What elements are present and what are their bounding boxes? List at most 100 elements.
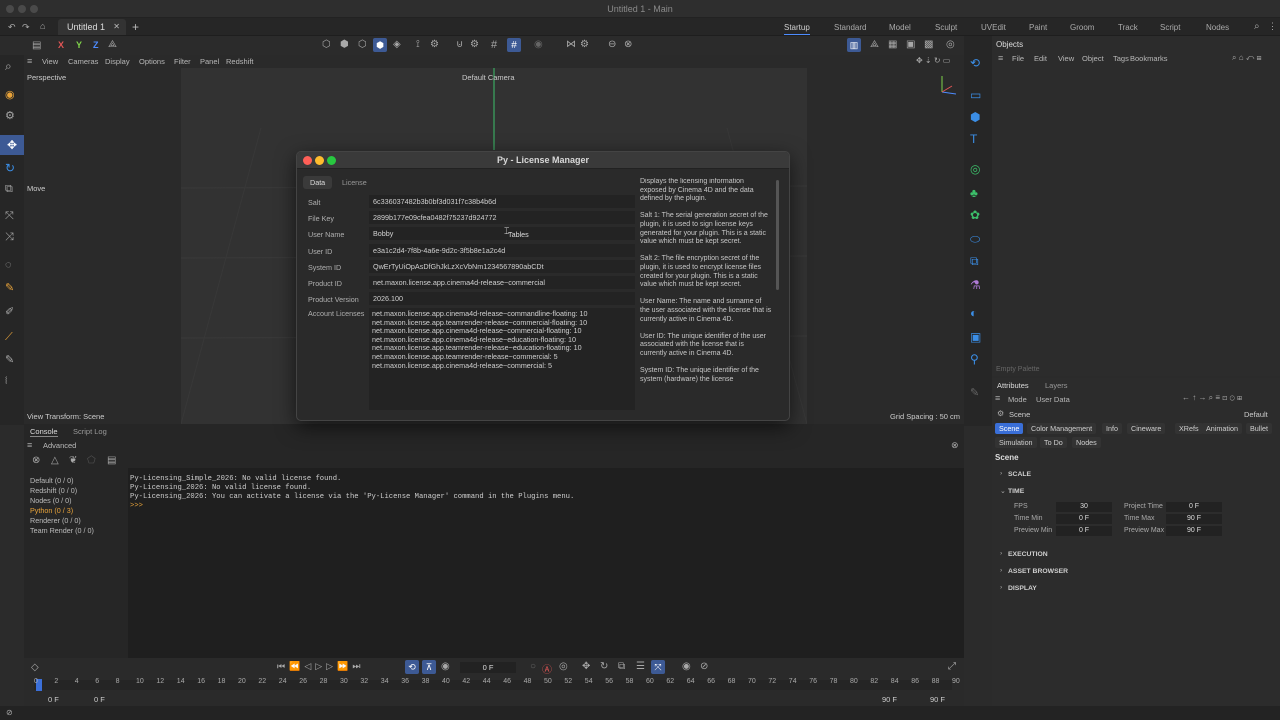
layout-icon[interactable]: ▥ <box>847 38 861 52</box>
start-frame-b[interactable]: 0 F <box>94 695 105 704</box>
save-log-icon[interactable]: ▤ <box>107 455 116 466</box>
end-frame-a[interactable]: 90 F <box>882 695 897 704</box>
hamburger-icon[interactable]: ≡ <box>995 393 1000 403</box>
hamburger-icon[interactable]: ≡ <box>27 56 32 66</box>
spline-tool-icon[interactable]: ⟲ <box>970 56 980 70</box>
help-scrollbar[interactable] <box>776 180 779 290</box>
fps-field[interactable]: 30 <box>1056 502 1112 512</box>
attr-tab-to-do[interactable]: To Do <box>1040 437 1067 448</box>
attr-tab-color-management[interactable]: Color Management <box>1027 423 1097 434</box>
preset-dropdown[interactable]: Default <box>1244 410 1268 419</box>
loop-icon[interactable]: ⟲ <box>405 660 419 674</box>
render-settings-icon[interactable]: ▩ <box>924 39 933 50</box>
bug-icon[interactable]: ❦ <box>69 455 77 466</box>
prev-key-icon[interactable]: ⏪ <box>289 661 304 671</box>
texture-mode-icon[interactable]: ⬢ <box>340 39 349 50</box>
source-python[interactable]: Python (0 / 3) <box>30 506 94 516</box>
rotation-key-icon[interactable]: ↻ <box>600 661 608 672</box>
tab-console[interactable]: Console <box>30 427 58 437</box>
axis-z-toggle[interactable]: Z <box>93 40 99 50</box>
console-prompt[interactable]: >>> <box>130 502 962 511</box>
next-key-icon[interactable]: ⏩ <box>337 661 352 671</box>
chevron-right-icon[interactable]: › <box>1000 550 1002 557</box>
rectangle-icon[interactable]: ▭ <box>970 88 981 102</box>
transfer-tool-icon[interactable]: ⤧ <box>5 210 14 223</box>
layout-tab-startup[interactable]: Startup <box>784 23 810 35</box>
tab-license[interactable]: License <box>342 178 367 187</box>
pla-key-icon[interactable]: ⤧ <box>651 660 665 674</box>
timeline-settings-icon[interactable]: ⊘ <box>700 661 708 672</box>
objects-search-icon[interactable]: ⌕ ⌂ ↶ ⊞ <box>1232 53 1262 63</box>
layout-tab-standard[interactable]: Standard <box>834 23 866 32</box>
motion-record-icon[interactable]: ◉ <box>682 661 691 672</box>
move-tool-icon[interactable]: ✥ <box>0 135 24 155</box>
objects-menu-edit[interactable]: Edit <box>1034 54 1047 63</box>
scale-key-icon[interactable]: ⧉ <box>618 661 625 672</box>
knife-icon[interactable]: ⧙ <box>5 375 7 388</box>
source-renderer[interactable]: Renderer (0 / 0) <box>30 516 94 526</box>
section-execution[interactable]: EXECUTION <box>1008 551 1048 558</box>
menu-panel[interactable]: Panel <box>200 57 219 66</box>
light-icon[interactable]: ⚲ <box>970 352 979 366</box>
attributes-nav-icon[interactable]: ← ↑ → ⌕ ≡ ⊡ ⊙ ⊞ <box>1182 393 1242 403</box>
lasso-icon[interactable]: ◌ <box>5 259 12 271</box>
objects-menu-view[interactable]: View <box>1058 54 1074 63</box>
autokey-icon[interactable]: Ⓐ <box>542 661 552 676</box>
product-id-field[interactable]: net.maxon.license.app.cinema4d-release~c… <box>369 276 635 289</box>
chevron-right-icon[interactable]: › <box>1000 584 1002 591</box>
end-frame-b[interactable]: 90 F <box>930 695 945 704</box>
prev-frame-icon[interactable]: ◁ <box>304 661 315 671</box>
model-mode-icon[interactable]: ⬡ <box>322 39 331 50</box>
time-max-field[interactable]: 90 F <box>1166 514 1222 524</box>
console-filter-advanced[interactable]: Advanced <box>43 441 76 450</box>
viewport-nav-icon[interactable]: ✥ ⇣ ↻ ▭ <box>916 56 950 65</box>
user-id-field[interactable]: e3a1c2d4-7f8b-4a6e-9d2c-3f5b8e1a2c4d <box>369 244 635 257</box>
render-picture-viewer-icon[interactable]: ▦ <box>888 39 897 50</box>
layout-tab-uvedit[interactable]: UVEdit <box>981 23 1006 32</box>
system-id-field[interactable]: QwErTyUiOpAsDfGhJkLzXcVbNm1234567890abCD… <box>369 260 635 273</box>
text-icon[interactable]: T <box>970 132 977 146</box>
magnet-icon[interactable]: ⊍ <box>456 39 463 50</box>
gear-icon[interactable]: ⚙ <box>430 39 439 50</box>
add-tab-button[interactable]: + <box>132 20 139 34</box>
layout-tab-nodes[interactable]: Nodes <box>1206 23 1229 32</box>
environment-icon[interactable]: ◐ <box>970 306 977 320</box>
attr-tab-animation[interactable]: Animation <box>1202 423 1242 434</box>
sound-icon[interactable]: ◉ <box>441 661 450 672</box>
camera-label[interactable]: Default Camera <box>462 73 515 82</box>
hair-icon[interactable]: ⚗ <box>970 278 981 292</box>
menu-display[interactable]: Display <box>105 57 130 66</box>
paint-icon[interactable]: ✎ <box>5 353 14 366</box>
attr-tab-info[interactable]: Info <box>1102 423 1122 434</box>
console-output[interactable]: Py-Licensing_Simple_2026: No valid licen… <box>128 468 964 658</box>
source-nodes[interactable]: Nodes (0 / 0) <box>30 496 94 506</box>
warning-icon[interactable]: △ <box>51 455 59 466</box>
deformer-icon[interactable]: ⬭ <box>970 232 980 247</box>
attr-tab-simulation[interactable]: Simulation <box>995 437 1037 448</box>
dialog-minimize-button[interactable] <box>315 156 324 165</box>
attributes-menu-mode[interactable]: Mode <box>1008 395 1027 404</box>
search-icon[interactable]: ⌕ <box>1254 21 1260 32</box>
layout-tab-script[interactable]: Script <box>1160 23 1180 32</box>
section-time[interactable]: TIME <box>1008 488 1024 495</box>
preview-max-field[interactable]: 90 F <box>1166 526 1222 536</box>
expand-icon[interactable]: ⤢ <box>948 661 956 672</box>
position-key-icon[interactable]: ✥ <box>582 661 590 672</box>
close-tab-icon[interactable]: ✕ <box>113 22 120 31</box>
cloner-icon[interactable]: ♣ <box>970 186 978 200</box>
attributes-menu-user-data[interactable]: User Data <box>1036 395 1070 404</box>
polygon-mode-icon[interactable]: ⬢ <box>373 38 387 52</box>
attr-tab-xrefs[interactable]: XRefs <box>1175 423 1203 434</box>
clear-icon[interactable]: ⊗ <box>32 455 40 466</box>
play-icon[interactable]: ▷ <box>315 661 326 671</box>
objects-menu-object[interactable]: Object <box>1082 54 1104 63</box>
edges-mode-icon[interactable]: ◈ <box>393 39 401 50</box>
chevron-right-icon[interactable]: › <box>1000 470 1002 477</box>
attr-tab-scene[interactable]: Scene <box>995 423 1024 434</box>
hamburger-icon[interactable]: ≡ <box>998 53 1003 63</box>
menu-cameras[interactable]: Cameras <box>68 57 98 66</box>
section-scale[interactable]: SCALE <box>1008 471 1031 478</box>
camera-icon[interactable]: ▣ <box>970 330 981 344</box>
viewport-solo-icon[interactable]: ⊖ <box>608 39 616 50</box>
menu-filter[interactable]: Filter <box>174 57 191 66</box>
